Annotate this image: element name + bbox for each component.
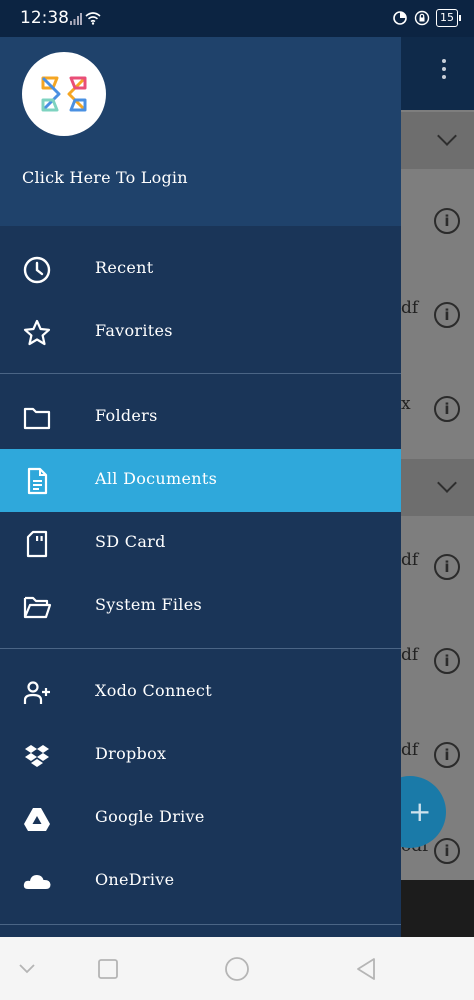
system-navigation-bar <box>0 937 474 1000</box>
file-name-fragment: df <box>401 740 419 760</box>
drawer-item-label: Folders <box>95 406 158 425</box>
lock-rotation-icon <box>414 10 430 26</box>
google-drive-icon <box>24 808 50 831</box>
info-icon[interactable]: i <box>434 302 460 328</box>
folder-open-icon <box>23 596 52 619</box>
chevron-down-icon[interactable] <box>0 937 60 1000</box>
drawer-header[interactable]: Click Here To Login <box>0 37 401 226</box>
recents-button[interactable] <box>78 937 138 1000</box>
divider <box>0 373 401 374</box>
drawer-item-recent[interactable]: Recent <box>0 238 401 301</box>
wifi-icon <box>85 12 101 25</box>
drawer-item-label: OneDrive <box>95 870 175 889</box>
status-time: 12:38 <box>20 8 69 28</box>
drawer-item-google-drive[interactable]: Google Drive <box>0 787 401 850</box>
drawer-item-all-documents[interactable]: All Documents <box>0 449 401 512</box>
drawer-item-label: Dropbox <box>95 744 167 763</box>
drawer-item-label: Favorites <box>95 321 173 340</box>
home-button[interactable] <box>207 937 267 1000</box>
drawer-item-system-files[interactable]: System Files <box>0 575 401 638</box>
chevron-down-icon[interactable] <box>437 473 457 493</box>
file-name-fragment: df <box>401 550 419 570</box>
drawer-item-sd-card[interactable]: SD Card <box>0 512 401 575</box>
drawer-item-label: Xodo Connect <box>95 681 212 700</box>
divider <box>0 648 401 649</box>
folder-icon <box>23 407 51 430</box>
info-icon[interactable]: i <box>434 648 460 674</box>
add-person-icon <box>23 681 50 704</box>
info-icon[interactable]: i <box>434 396 460 422</box>
more-options-icon[interactable] <box>442 59 446 79</box>
document-icon <box>27 467 48 495</box>
drawer-item-label: System Files <box>95 595 202 614</box>
dropbox-icon <box>25 745 49 767</box>
drawer-item-folders[interactable]: Folders <box>0 386 401 449</box>
info-icon[interactable]: i <box>434 742 460 768</box>
signal-icon <box>70 13 82 25</box>
info-icon[interactable]: i <box>434 208 460 234</box>
file-name-fragment: df <box>401 298 419 318</box>
login-link[interactable]: Click Here To Login <box>22 168 188 187</box>
clock-icon <box>23 256 51 284</box>
file-name-fragment: x <box>401 394 411 414</box>
battery-icon: 15 <box>436 9 461 27</box>
sd-card-icon <box>26 530 48 558</box>
divider <box>0 924 401 925</box>
avatar[interactable] <box>22 52 106 136</box>
chevron-down-icon[interactable] <box>437 126 457 146</box>
data-saver-icon <box>393 11 407 25</box>
drawer-item-xodo-connect[interactable]: Xodo Connect <box>0 661 401 724</box>
info-icon[interactable]: i <box>434 554 460 580</box>
star-icon <box>23 319 51 346</box>
navigation-drawer: Click Here To Login Recent Favorites Fol… <box>0 37 401 937</box>
drawer-item-label: SD Card <box>95 532 166 551</box>
info-icon[interactable]: i <box>434 838 460 864</box>
back-button[interactable] <box>336 937 396 1000</box>
drawer-item-favorites[interactable]: Favorites <box>0 301 401 364</box>
drawer-item-onedrive[interactable]: OneDrive <box>0 850 401 913</box>
drawer-item-label: All Documents <box>95 469 218 488</box>
drawer-item-label: Recent <box>95 258 154 277</box>
status-bar: 12:38 15 <box>0 0 474 37</box>
drawer-item-dropbox[interactable]: Dropbox <box>0 724 401 787</box>
onedrive-icon <box>23 875 51 889</box>
file-name-fragment: df <box>401 645 419 665</box>
xodo-logo-icon <box>41 76 87 112</box>
drawer-item-label: Google Drive <box>95 807 205 826</box>
